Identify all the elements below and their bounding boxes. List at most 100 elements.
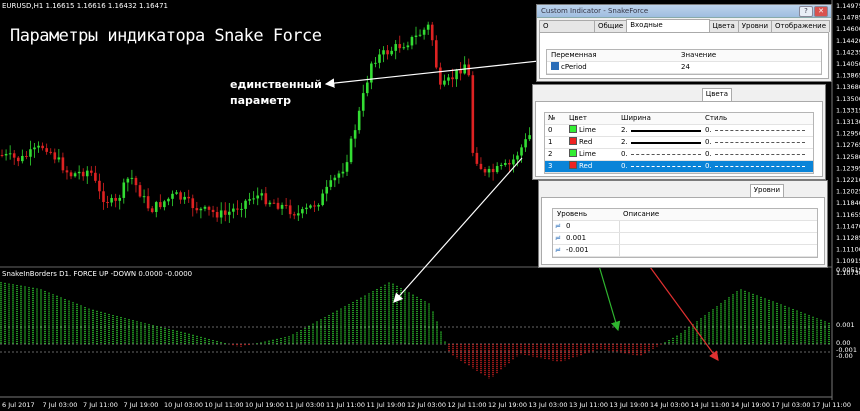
color-swatch [569, 137, 577, 145]
colors-dialog[interactable]: Цвета № Цвет Ширина Стиль 0 Lime 2. 0. 1 Red 2. 0. 2… [532, 84, 826, 180]
price-scale: 1.14975 1.14785 1.14600 1.14420 1.14235 1.140… [836, 2, 860, 277]
tab-levels[interactable]: Уровни [749, 184, 784, 198]
level-description[interactable] [619, 221, 621, 232]
price-tick-label: 1.10915 [836, 257, 860, 265]
candle-body [244, 200, 247, 209]
color-style[interactable]: 0. [705, 149, 712, 160]
candle-body [329, 180, 333, 187]
time-tick-label: 14 Jul 03:00 [650, 401, 689, 409]
levels-grid: Уровень Описание ≓ 0 ≓ 0.001 ≓ -0.001 [552, 208, 818, 258]
price-tick-label: 1.11470 [836, 222, 860, 230]
candle-body [232, 208, 235, 212]
color-width[interactable]: 2. [621, 125, 628, 136]
candle-body [398, 44, 402, 49]
candle-body [520, 147, 523, 156]
level-value[interactable]: -0.001 [566, 245, 589, 256]
tab-4[interactable]: Уровни [737, 20, 773, 32]
level-value[interactable]: 0.001 [566, 233, 586, 244]
level-value[interactable]: 0 [566, 221, 570, 232]
color-width[interactable]: 0. [621, 161, 628, 172]
color-name[interactable]: Lime [569, 125, 596, 136]
color-label: Lime [579, 150, 596, 158]
candle-body [451, 77, 454, 80]
custom-indicator-dialog[interactable]: Custom Indicator - SnakeForce ? ✕ О прог… [536, 4, 832, 82]
color-name[interactable]: Red [569, 161, 592, 172]
candle-body [134, 177, 138, 186]
color-width[interactable]: 0. [621, 149, 628, 160]
help-button[interactable]: ? [799, 6, 813, 17]
level-row[interactable]: ≓ -0.001 [553, 245, 817, 257]
levels-panel: Уровень Описание ≓ 0 ≓ 0.001 ≓ -0.001 [541, 197, 825, 265]
color-index: 0 [548, 126, 553, 134]
time-tick-label: 14 Jul 11:00 [691, 401, 730, 409]
price-tick-label: 1.13865 [836, 72, 860, 80]
color-name[interactable]: Lime [569, 149, 596, 160]
candle-body [228, 211, 231, 215]
candle-body [528, 135, 531, 140]
price-tick-label: 1.11655 [836, 211, 860, 219]
candle-body [487, 168, 491, 173]
candle-body [414, 35, 418, 37]
levels-dialog[interactable]: Уровни Уровень Описание ≓ 0 ≓ 0.001 ≓ -0.001 [538, 180, 828, 268]
variable-value[interactable]: 24 [681, 62, 690, 73]
colors-panel: № Цвет Ширина Стиль 0 Lime 2. 0. 1 Red 2. 0. 2 Lime 0.… [535, 101, 823, 177]
price-tick-label: 1.14420 [836, 37, 860, 45]
candle-body [512, 159, 515, 165]
time-tick-label: 13 Jul 11:00 [569, 401, 608, 409]
candle-body [154, 202, 158, 212]
candle-body [443, 80, 446, 85]
tab-colors[interactable]: Цвета [701, 88, 732, 102]
candle-body [8, 153, 12, 155]
arrow-to-histogram [393, 157, 523, 303]
candle-body [29, 149, 32, 157]
color-swatch [569, 149, 577, 157]
candle-body [248, 199, 251, 201]
color-row[interactable]: 0 Lime 2. 0. [545, 125, 813, 137]
candle-body [45, 148, 48, 152]
dialog-titlebar[interactable]: Custom Indicator - SnakeForce ? ✕ [537, 5, 831, 18]
price-tick-label: 1.11285 [836, 234, 860, 242]
close-button[interactable]: ✕ [814, 6, 828, 17]
candle-body [475, 152, 479, 164]
candle-body [94, 172, 97, 181]
candles-layer [0, 21, 531, 224]
time-tick-label: 12 Jul 19:00 [488, 401, 527, 409]
color-style[interactable]: 0. [705, 125, 712, 136]
level-description[interactable] [619, 245, 621, 256]
candle-body [195, 208, 199, 211]
tab-2[interactable]: Входные параметры [626, 19, 710, 40]
candle-body [37, 145, 40, 148]
color-style[interactable]: 0. [705, 161, 712, 172]
indicator-scale: 0.005190.0010.00-0.001-0.00 [836, 266, 860, 360]
candle-body [118, 197, 122, 201]
color-swatch [569, 125, 577, 133]
tab-1[interactable]: Общие [593, 20, 628, 32]
tab-0[interactable]: О программе [539, 20, 595, 41]
color-row[interactable]: 3 Red 0. 0. [545, 161, 813, 173]
tab-3[interactable]: Цвета [708, 20, 739, 32]
symbol-info: EURUSD,H1 1.16615 1.16616 1.16432 1.1647… [2, 2, 168, 10]
input-row-cperiod[interactable]: cPeriod 24 [547, 62, 821, 74]
candle-body [357, 110, 361, 131]
levels-header: Уровень Описание [553, 209, 817, 221]
candle-body [16, 157, 20, 162]
candle-body [508, 163, 511, 165]
candle-body [305, 207, 308, 210]
level-description[interactable] [619, 233, 621, 244]
candle-body [199, 208, 203, 211]
tab-5[interactable]: Отображение [771, 20, 830, 32]
dialog-tabs: О программеОбщиеВходные параметрыЦветаУр… [539, 19, 830, 41]
candle-body [163, 201, 166, 208]
candle-body [499, 164, 503, 167]
level-row[interactable]: ≓ 0.001 [553, 233, 817, 245]
color-row[interactable]: 1 Red 2. 0. [545, 137, 813, 149]
color-width[interactable]: 2. [621, 137, 628, 148]
color-style[interactable]: 0. [705, 137, 712, 148]
candle-body [106, 202, 109, 204]
color-name[interactable]: Red [569, 137, 592, 148]
candle-body [345, 162, 349, 172]
color-index: 3 [548, 162, 553, 170]
color-row[interactable]: 2 Lime 0. 0. [545, 149, 813, 161]
level-row[interactable]: ≓ 0 [553, 221, 817, 233]
candle-body [495, 166, 499, 173]
